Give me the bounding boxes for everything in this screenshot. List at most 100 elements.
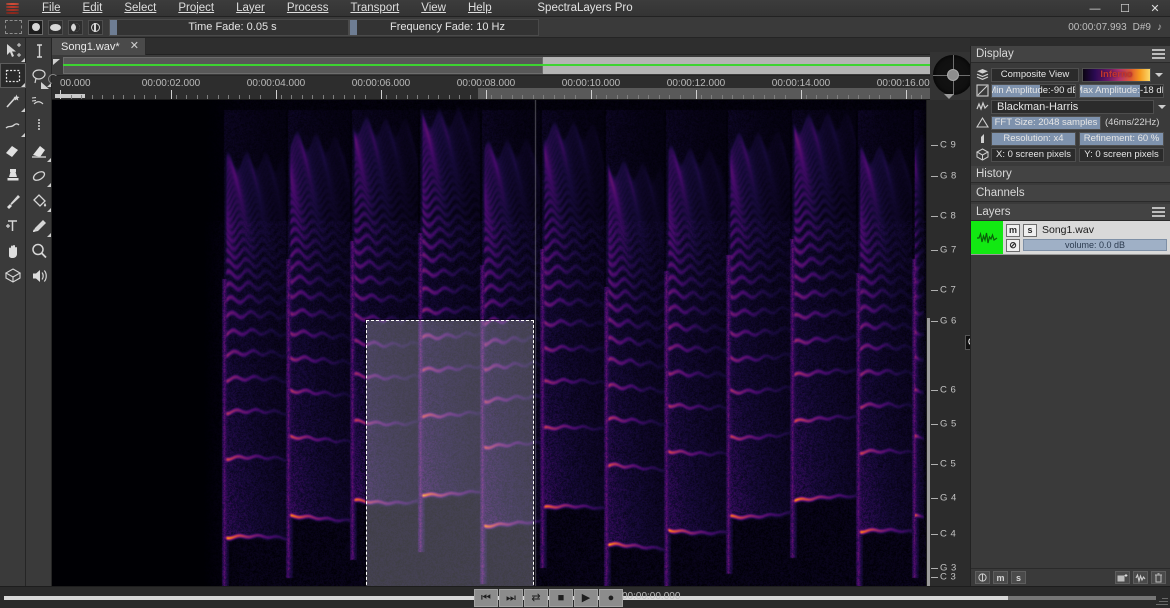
- paint-bucket-tool[interactable]: [26, 188, 52, 213]
- tab-close-icon[interactable]: ✕: [130, 41, 139, 52]
- spectral-selection-rectangle[interactable]: [366, 320, 534, 586]
- navigator-joystick-icon[interactable]: [933, 55, 973, 95]
- layers-footer-mute-button[interactable]: m: [993, 571, 1008, 584]
- frequency-fade-slider[interactable]: Frequency Fade: 10 Hz: [349, 19, 539, 36]
- channels-panel-header[interactable]: Channels: [971, 185, 1170, 202]
- layers-footer-solo-button[interactable]: s: [1011, 571, 1026, 584]
- resize-grip-icon[interactable]: [1154, 592, 1168, 606]
- layers-footer-waveform-icon[interactable]: [1133, 571, 1148, 584]
- menu-item-select[interactable]: Select: [113, 0, 167, 17]
- layer-row-song1[interactable]: m s Song1.wav ⊘ volume: 0.0 dB: [971, 221, 1170, 255]
- display-panel-header[interactable]: Display: [971, 46, 1170, 63]
- window-controls[interactable]: — ☐ ✕: [1080, 0, 1170, 17]
- skip-to-end-button[interactable]: ⏭: [499, 589, 523, 607]
- stop-button[interactable]: ■: [549, 589, 573, 607]
- menu-item-transport[interactable]: Transport: [339, 0, 410, 17]
- clone-stamp-tool[interactable]: [0, 163, 26, 188]
- move-tool[interactable]: [0, 38, 26, 63]
- frequency-note-axis[interactable]: C C 9G 8C 8G 7C 7G 6C 6G 5C 5G 4C 4G 3C …: [926, 100, 970, 586]
- history-panel-header[interactable]: History: [971, 166, 1170, 183]
- colormap-select[interactable]: Inferno: [1082, 68, 1151, 82]
- frequency-selection-tool[interactable]: [0, 113, 26, 138]
- brush-tool[interactable]: [0, 188, 26, 213]
- fft-size-field[interactable]: FFT Size: 2048 samples: [991, 116, 1101, 130]
- text-tool[interactable]: [0, 213, 26, 238]
- layers-panel-menu-icon[interactable]: [1152, 207, 1165, 217]
- tool-flyout-corner-icon[interactable]: [47, 208, 51, 212]
- frequency-scrollbar[interactable]: [927, 318, 930, 586]
- time-fade-knob[interactable]: [110, 20, 117, 35]
- eraser-tool[interactable]: [0, 138, 26, 163]
- layer-volume-slider[interactable]: volume: 0.0 dB: [1023, 239, 1167, 251]
- trash-icon[interactable]: [1151, 571, 1166, 584]
- time-fade-slider[interactable]: Time Fade: 0.05 s: [109, 19, 349, 36]
- record-button[interactable]: ●: [599, 589, 623, 607]
- layers-footer-visibility-icon[interactable]: [975, 571, 990, 584]
- min-amplitude-field[interactable]: Min Amplitude:-90 dB: [991, 84, 1076, 98]
- tool-flyout-corner-icon[interactable]: [21, 108, 25, 112]
- hand-tool[interactable]: [0, 238, 26, 263]
- transport-controls[interactable]: ⏮⏭⇄■▶●: [474, 589, 623, 607]
- spectrogram-canvas-area[interactable]: [52, 100, 926, 586]
- menu-item-edit[interactable]: Edit: [72, 0, 114, 17]
- new-layer-icon[interactable]: [1115, 571, 1130, 584]
- time-ruler[interactable]: 00.00000:00:02.00000:00:04.00000:00:06.0…: [52, 76, 942, 100]
- maximize-button[interactable]: ☐: [1110, 0, 1140, 17]
- tool-flyout-corner-icon[interactable]: [47, 158, 51, 162]
- frequency-fade-knob[interactable]: [350, 20, 357, 35]
- menu-item-layer[interactable]: Layer: [225, 0, 276, 17]
- pencil-tool[interactable]: [26, 213, 52, 238]
- amplitude-eraser-tool[interactable]: [26, 138, 52, 163]
- layer-mute-button[interactable]: m: [1006, 224, 1020, 237]
- play-button[interactable]: ▶: [574, 589, 598, 607]
- ruler-selection-band[interactable]: [478, 88, 942, 99]
- close-button[interactable]: ✕: [1140, 0, 1170, 17]
- tool-flyout-corner-icon[interactable]: [21, 133, 25, 137]
- menu-item-view[interactable]: View: [410, 0, 457, 17]
- layers-panel-header[interactable]: Layers: [971, 204, 1170, 221]
- tool-flyout-corner-icon[interactable]: [47, 233, 51, 237]
- 3d-view-tool[interactable]: [0, 263, 26, 288]
- fade-shape-oval-button[interactable]: [48, 20, 63, 35]
- display-panel-menu-icon[interactable]: [1152, 49, 1165, 59]
- ruler-scroll-down-arrow-icon[interactable]: [41, 82, 49, 89]
- menu-bar[interactable]: File Edit Select Project Layer Process T…: [31, 0, 503, 17]
- menu-item-help[interactable]: Help: [457, 0, 503, 17]
- fade-shape-group[interactable]: [28, 20, 103, 35]
- max-amplitude-field[interactable]: Max Amplitude:-18 dB: [1079, 84, 1164, 98]
- skip-to-start-button[interactable]: ⏮: [474, 589, 498, 607]
- audition-tool[interactable]: [26, 263, 52, 288]
- document-tab-song1[interactable]: Song1.wav* ✕: [52, 38, 146, 55]
- loop-button[interactable]: ⇄: [524, 589, 548, 607]
- menu-item-file[interactable]: File: [31, 0, 72, 17]
- overview-scroll-up-arrow-icon[interactable]: [53, 59, 60, 65]
- panel-horizontal-scrollbar[interactable]: [1008, 596, 1156, 600]
- view-mode-select[interactable]: Composite View: [991, 68, 1079, 82]
- window-function-select[interactable]: Blackman-Harris: [991, 100, 1154, 114]
- heal-tool[interactable]: [26, 163, 52, 188]
- refinement-field[interactable]: Refinement: 60 %: [1079, 132, 1164, 146]
- navigator-pad[interactable]: [930, 52, 974, 100]
- fade-shape-ring-button[interactable]: [88, 20, 103, 35]
- text-cursor-tool[interactable]: [26, 38, 52, 63]
- overview-strip[interactable]: [52, 55, 942, 76]
- menu-item-project[interactable]: Project: [167, 0, 225, 17]
- zoom-tool[interactable]: [26, 238, 52, 263]
- navigator-hub[interactable]: [947, 69, 959, 81]
- fade-shape-linear-button[interactable]: [28, 20, 43, 35]
- noise-selection-tool[interactable]: [26, 113, 52, 138]
- offset-y-field[interactable]: Y: 0 screen pixels: [1079, 148, 1164, 162]
- tool-flyout-corner-icon[interactable]: [21, 58, 25, 62]
- harmonics-selection-tool[interactable]: [26, 88, 52, 113]
- menu-item-process[interactable]: Process: [276, 0, 340, 17]
- window-function-chevron-down-icon[interactable]: [1158, 105, 1166, 109]
- magic-wand-tool[interactable]: [0, 88, 26, 113]
- rectangular-marquee-tool[interactable]: [0, 63, 26, 88]
- offset-x-field[interactable]: X: 0 screen pixels: [991, 148, 1076, 162]
- layer-solo-button[interactable]: s: [1023, 224, 1037, 237]
- navigator-dropdown-caret-icon[interactable]: [944, 94, 954, 99]
- tool-flyout-corner-icon[interactable]: [47, 183, 51, 187]
- layer-phase-invert-button[interactable]: ⊘: [1006, 239, 1020, 252]
- resolution-field[interactable]: Resolution: x4: [991, 132, 1076, 146]
- fade-shape-half-button[interactable]: [68, 20, 83, 35]
